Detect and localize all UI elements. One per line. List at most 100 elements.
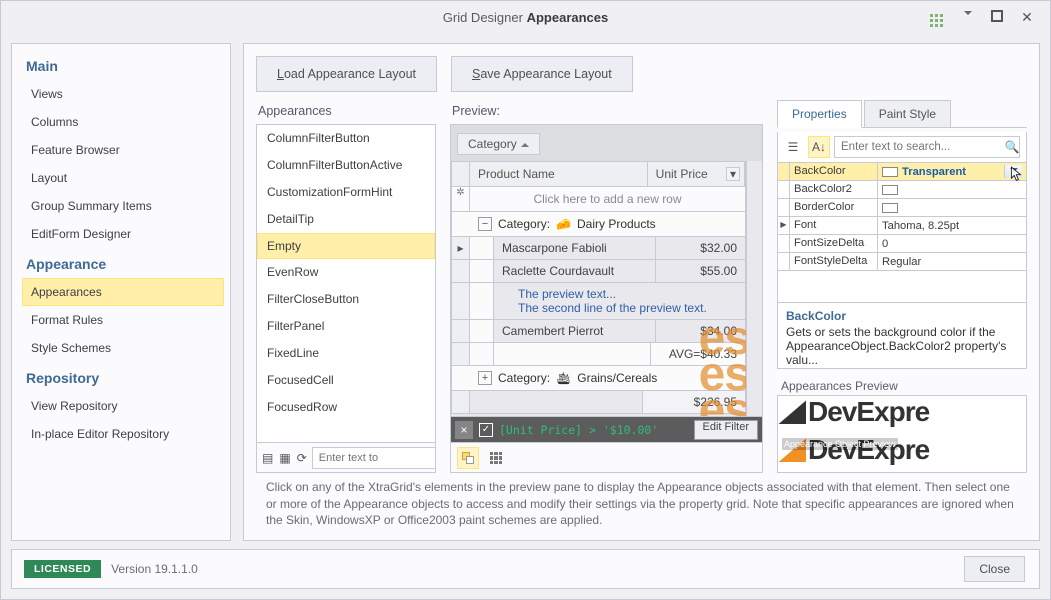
tab-paint-style[interactable]: Paint Style <box>864 100 951 127</box>
prop-row-fontstyledelta[interactable]: FontStyleDelta Regular <box>778 253 1026 271</box>
select-all-icon[interactable]: ▤ <box>261 447 274 469</box>
appr-item-even-row[interactable]: EvenRow <box>257 259 435 286</box>
appearances-frame: ColumnFilterButton ColumnFilterButtonAct… <box>256 124 436 473</box>
filter-panel-row: × ✓ [Unit Price] > '$10.00' Edit Filter <box>451 416 762 442</box>
app-menu-icon[interactable] <box>928 6 946 28</box>
properties-search-input[interactable] <box>834 136 1020 158</box>
column-unit-price[interactable]: Unit Price ▾ <box>648 162 745 186</box>
color-dropdown-button[interactable] <box>1004 165 1022 178</box>
load-key: L <box>277 67 284 81</box>
load-rest: oad Appearance Layout <box>284 67 416 81</box>
appr-item-focused-cell[interactable]: FocusedCell <box>257 367 435 394</box>
appr-item-column-filter-button-active[interactable]: ColumnFilterButtonActive <box>257 152 435 179</box>
title-prefix: Grid Designer <box>443 10 523 25</box>
nav-item-format-rules[interactable]: Format Rules <box>22 306 224 334</box>
nav-item-views[interactable]: Views <box>22 80 224 108</box>
prop-row-bordercolor[interactable]: BorderColor <box>778 199 1026 217</box>
prop-row-fontsizedelta[interactable]: FontSizeDelta 0 <box>778 235 1026 253</box>
nav-item-style-schemes[interactable]: Style Schemes <box>22 334 224 362</box>
data-row-3[interactable]: Camembert Pierrot $34.00 <box>451 320 746 343</box>
nav-item-feature-browser[interactable]: Feature Browser <box>22 136 224 164</box>
cell-price-3[interactable]: $34.00 <box>656 320 745 342</box>
properties-tabs: Properties Paint Style <box>777 100 1027 128</box>
nav-section-appearance: Appearance <box>26 256 230 272</box>
appr-item-focused-row[interactable]: FocusedRow <box>257 394 435 421</box>
expand-icon[interactable]: + <box>478 371 492 385</box>
nav-section-repository: Repository <box>26 370 230 386</box>
group-row-grains[interactable]: + Category: 🛳 Grains/Cereals <box>451 366 746 391</box>
window-title: Grid Designer Appearances <box>443 10 608 25</box>
appr-item-filter-panel[interactable]: FilterPanel <box>257 313 435 340</box>
appearances-list[interactable]: ColumnFilterButton ColumnFilterButtonAct… <box>257 125 435 442</box>
data-row-2[interactable]: Raclette Courdavault $55.00 <box>451 260 746 283</box>
preview-mode-single-icon[interactable] <box>457 447 479 469</box>
search-icon[interactable]: 🔍 <box>1002 137 1022 157</box>
appearances-search-input[interactable] <box>312 447 436 469</box>
nav-item-layout[interactable]: Layout <box>22 164 224 192</box>
collapse-icon[interactable]: − <box>478 217 492 231</box>
preview-grid[interactable]: Product Name Unit Price ▾ <box>451 161 746 416</box>
new-item-row[interactable]: ✲ Click here to add a new row <box>451 187 746 212</box>
alphabetical-icon[interactable]: A↓ <box>808 136 830 158</box>
appr-item-fixed-line[interactable]: FixedLine <box>257 340 435 367</box>
filter-checkbox[interactable]: ✓ <box>479 423 493 437</box>
appr-item-customization-form-hint[interactable]: CustomizationFormHint <box>257 179 435 206</box>
appr-item-column-filter-button[interactable]: ColumnFilterButton <box>257 125 435 152</box>
newrow-text: Click here to add a new row <box>470 187 745 211</box>
footer-summary-row: $226.95 <box>451 391 746 414</box>
column-product-name[interactable]: Product Name <box>470 162 648 186</box>
filter-expression: [Unit Price] > '$10.00' <box>499 423 688 437</box>
appr-item-filter-close-button[interactable]: FilterCloseButton <box>257 286 435 313</box>
preview-frame: Category Product Nam <box>450 124 763 473</box>
maximize-button[interactable] <box>988 10 1006 25</box>
property-description: BackColor Gets or sets the background co… <box>778 302 1026 368</box>
group1-value: Dairy Products <box>577 217 656 231</box>
window-close-button[interactable]: ✕ <box>1018 10 1036 24</box>
nav-item-editform-designer[interactable]: EditForm Designer <box>22 220 224 248</box>
nav-item-inplace-editor-repo[interactable]: In-place Editor Repository <box>22 420 224 448</box>
desc-body: Gets or sets the background color if the… <box>786 325 1018 367</box>
save-rest: ave Appearance Layout <box>480 67 611 81</box>
color-swatch-icon <box>882 167 898 177</box>
titlebar: Grid Designer Appearances ✕ <box>1 1 1050 33</box>
group-row-dairy[interactable]: − Category: 🧀 Dairy Products <box>451 212 746 237</box>
preview-scrollbar[interactable] <box>746 161 762 416</box>
group1-title: Category: <box>498 217 550 231</box>
cell-name-3[interactable]: Camembert Pierrot <box>494 320 656 342</box>
categorize-icon[interactable]: ☰ <box>782 136 804 158</box>
licensed-badge: LICENSED <box>24 560 101 578</box>
data-row-1[interactable]: ▸ Mascarpone Fabioli $32.00 <box>451 237 746 260</box>
grouped-column-chip[interactable]: Category <box>457 133 540 155</box>
column-filter-icon[interactable]: ▾ <box>726 167 740 181</box>
save-appearance-button[interactable]: Save Appearance Layout <box>451 56 633 92</box>
appr-item-empty[interactable]: Empty <box>257 233 435 259</box>
cell-name-2[interactable]: Raclette Courdavault <box>494 260 656 282</box>
properties-panel: ☰ A↓ 🔍 BackColor <box>777 132 1027 369</box>
nav-item-group-summary[interactable]: Group Summary Items <box>22 192 224 220</box>
nav-item-appearances[interactable]: Appearances <box>22 278 224 306</box>
status-bar: LICENSED Version 19.1.1.0 Close <box>11 549 1040 589</box>
filter-close-icon[interactable]: × <box>455 421 473 439</box>
appr-item-detail-tip[interactable]: DetailTip <box>257 206 435 233</box>
edit-filter-button[interactable]: Edit Filter <box>694 420 758 440</box>
cell-name-1[interactable]: Mascarpone Fabioli <box>494 237 656 259</box>
preview-mode-grid-icon[interactable] <box>485 447 507 469</box>
nav-item-view-repository[interactable]: View Repository <box>22 392 224 420</box>
app-menu-dropdown-icon[interactable] <box>958 10 976 24</box>
cell-price-1[interactable]: $32.00 <box>656 237 745 259</box>
tab-properties[interactable]: Properties <box>777 100 862 128</box>
select-filled-icon[interactable]: ▦ <box>278 447 291 469</box>
cell-price-2[interactable]: $55.00 <box>656 260 745 282</box>
prop-row-font[interactable]: ▶ Font Tahoma, 8.25pt <box>778 217 1026 235</box>
close-button[interactable]: Close <box>964 556 1025 582</box>
properties-toolbar: ☰ A↓ 🔍 <box>778 132 1026 163</box>
nav-item-columns[interactable]: Columns <box>22 108 224 136</box>
preview-label: Preview: <box>452 104 763 118</box>
prop-row-backcolor[interactable]: BackColor Transparent <box>778 163 1026 181</box>
prop-row-backcolor2[interactable]: BackColor2 <box>778 181 1026 199</box>
property-grid[interactable]: BackColor Transparent <box>778 163 1026 302</box>
expand-marker-icon[interactable]: ▶ <box>778 217 790 234</box>
reset-icon[interactable]: ⟳ <box>296 447 308 469</box>
load-appearance-button[interactable]: Load Appearance Layout <box>256 56 437 92</box>
preview-line-1: The preview text... <box>518 287 737 301</box>
